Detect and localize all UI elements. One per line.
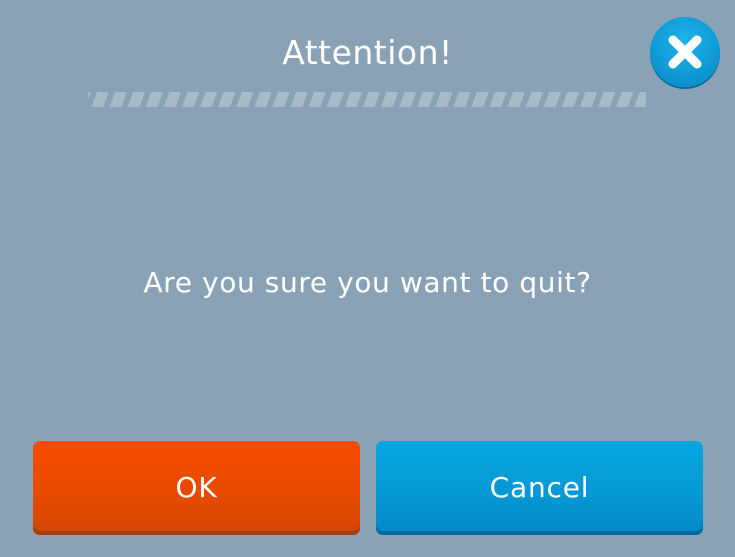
close-icon bbox=[668, 35, 702, 69]
cancel-button[interactable]: Cancel bbox=[376, 441, 703, 535]
quit-dialog: Attention! Are you sure you want to quit… bbox=[0, 0, 735, 557]
title-divider bbox=[88, 92, 646, 107]
ok-button[interactable]: OK bbox=[33, 441, 360, 535]
dialog-title: Attention! bbox=[282, 33, 453, 72]
dialog-message: Are you sure you want to quit? bbox=[143, 266, 592, 299]
close-button[interactable] bbox=[650, 17, 720, 87]
